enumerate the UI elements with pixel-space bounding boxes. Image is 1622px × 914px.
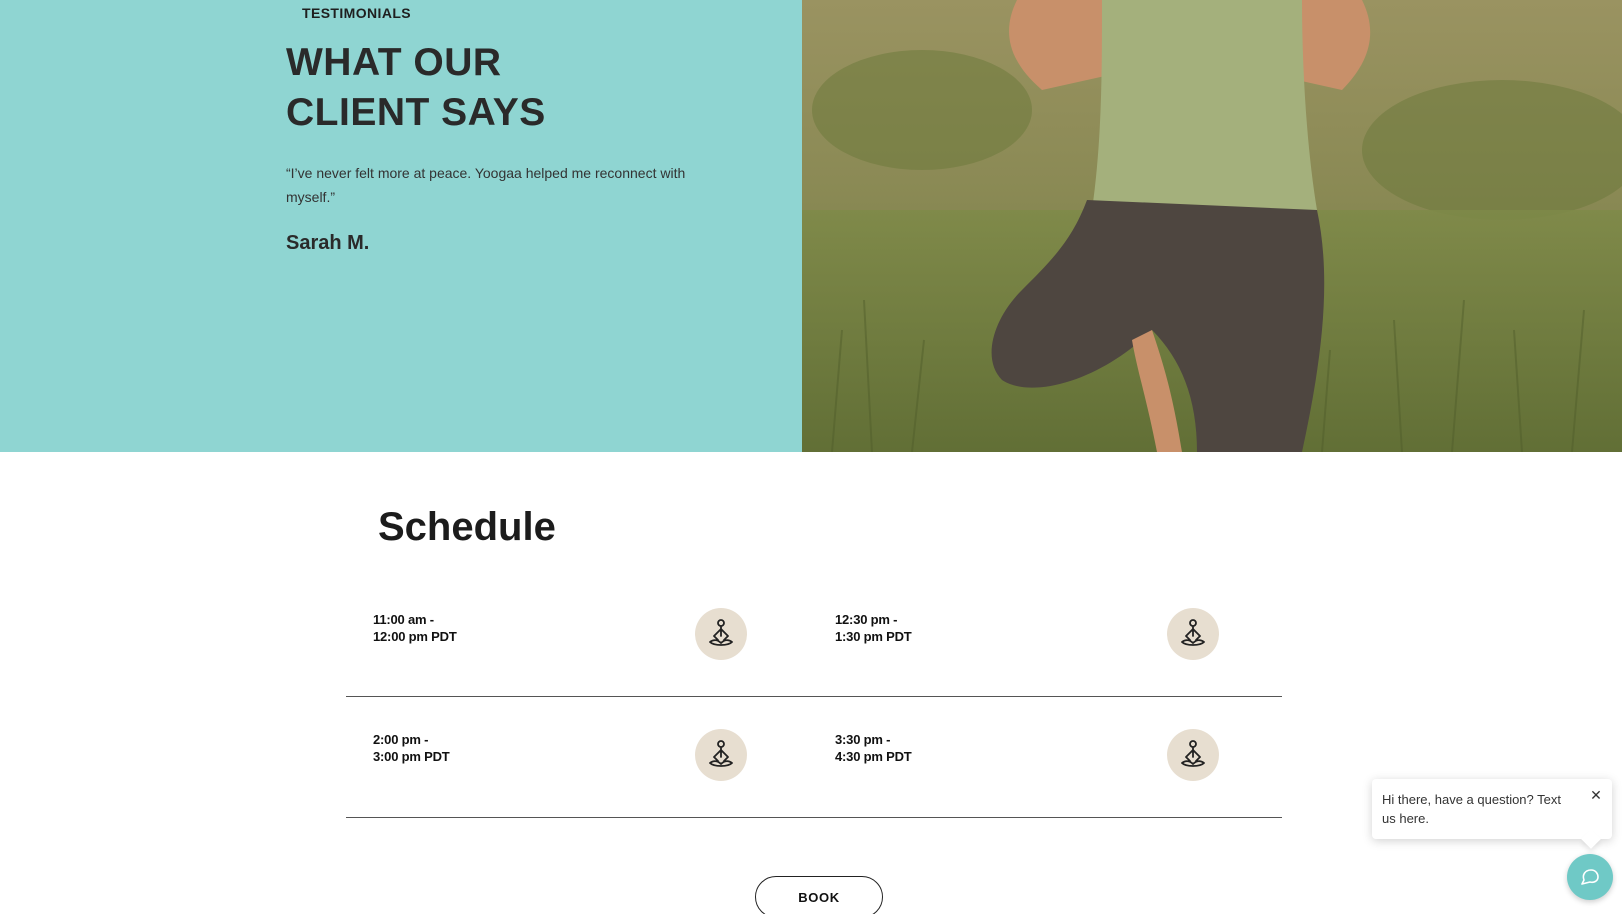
meditation-icon [1167, 608, 1219, 660]
meditation-icon [695, 608, 747, 660]
testimonials-section: TESTIMONIALS WHAT OUR CLIENT SAYS “I’ve … [0, 0, 1622, 452]
testimonials-panel: TESTIMONIALS WHAT OUR CLIENT SAYS “I’ve … [0, 0, 802, 452]
testimonial-quote: “I’ve never felt more at peace. Yoogaa h… [286, 165, 686, 205]
section-eyebrow: TESTIMONIALS [302, 5, 412, 21]
testimonial-author: Sarah M. [286, 232, 370, 254]
chat-launcher-button[interactable] [1567, 854, 1613, 900]
meditation-icon [1167, 729, 1219, 781]
close-icon[interactable]: ✕ [1588, 787, 1604, 803]
schedule-divider [346, 817, 1282, 818]
yoga-photo [802, 0, 1622, 452]
schedule-divider [346, 696, 1282, 697]
chat-icon [1581, 869, 1599, 885]
slot-time: 3:30 pm - 4:30 pm PDT [835, 731, 912, 765]
slot-end: 12:00 pm PDT [373, 629, 457, 644]
meditation-icon [695, 729, 747, 781]
chat-prompt-bubble[interactable]: Hi there, have a question? Text us here.… [1372, 779, 1612, 839]
slot-start: 3:30 pm - [835, 732, 891, 747]
headline-line-2: CLIENT SAYS [286, 91, 546, 134]
section-headline: WHAT OUR CLIENT SAYS [286, 38, 546, 138]
slot-end: 4:30 pm PDT [835, 749, 912, 764]
headline-line-1: WHAT OUR [286, 41, 502, 84]
chat-prompt-message: Hi there, have a question? Text us here. [1382, 792, 1561, 826]
slot-end: 3:00 pm PDT [373, 749, 450, 764]
slot-time: 11:00 am - 12:00 pm PDT [373, 611, 457, 645]
schedule-title: Schedule [378, 505, 556, 549]
slot-start: 12:30 pm - [835, 612, 898, 627]
book-button[interactable]: BOOK [755, 876, 883, 914]
schedule-slot[interactable]: 3:30 pm - 4:30 pm PDT [835, 723, 1215, 783]
slot-start: 11:00 am - [373, 612, 434, 627]
slot-time: 12:30 pm - 1:30 pm PDT [835, 611, 912, 645]
schedule-slot[interactable]: 12:30 pm - 1:30 pm PDT [835, 603, 1215, 663]
slot-start: 2:00 pm - [373, 732, 429, 747]
slot-time: 2:00 pm - 3:00 pm PDT [373, 731, 450, 765]
slot-end: 1:30 pm PDT [835, 629, 912, 644]
yoga-pose-illustration [802, 0, 1622, 452]
